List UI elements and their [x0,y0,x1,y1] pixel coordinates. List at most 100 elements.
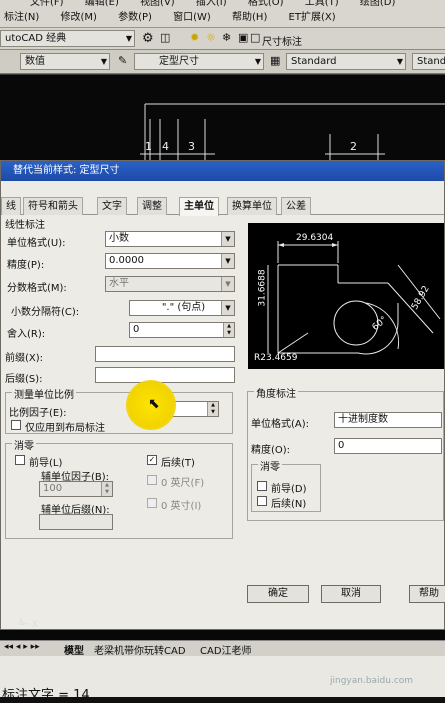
chevron-down-icon: ▼ [221,277,234,291]
angular-trailing-checkbox[interactable] [257,496,267,506]
sun-icon[interactable]: ☼ [206,31,216,44]
table-style-dropdown[interactable]: Standard ▼ [286,53,406,70]
tab-nav-arrows-icon[interactable]: ◂◂ ◂ ▸ ▸▸ [4,642,40,652]
dim-style-icon[interactable]: ✎ [118,54,127,67]
decimal-separator-value: "." (句点) [161,302,206,313]
table-style-icon[interactable]: ▦ [270,54,280,67]
fraction-format-select[interactable]: 水平 ▼ [105,276,235,292]
angular-dim-title: 角度标注 [254,385,298,400]
tab-text[interactable]: 文字 [97,197,127,215]
watermark: jingyan.baidu.com [330,676,414,686]
tab-primary-units[interactable]: 主单位 [179,197,219,216]
roundoff-label: 舍入(R): [7,329,46,340]
feet-label: 0 英尺(F) [161,478,205,489]
tab-tolerances[interactable]: 公差 [281,197,311,215]
angular-precision-select[interactable]: 0 [334,438,442,454]
sub-unit-suffix-input[interactable] [39,514,113,530]
unit-format-label: 单位格式(U): [7,238,66,249]
multileader-style-dropdown[interactable]: Stand [412,53,445,70]
leading-zero-checkbox[interactable] [15,455,25,465]
layer-icon[interactable]: ◫ [160,31,170,44]
layout-only-checkbox[interactable] [11,420,21,430]
text-style-value: 数值 [25,56,45,67]
decimal-separator-select[interactable]: "." (句点) ▼ [129,300,235,316]
decimal-separator-label: 小数分隔符(C): [11,307,80,318]
lock-icon[interactable]: ▣ [238,31,248,44]
tab-strip: 线 符号和箭头 文字 调整 主单位 换算单位 公差 [1,197,444,216]
zero-suppression-title: 消零 [12,437,36,452]
dim-style-dropdown[interactable]: 定型尺寸 ▼ [134,53,264,70]
menu-format[interactable]: 格式(O) [248,0,284,9]
workspace-dropdown[interactable]: utoCAD 经典 ▼ [0,30,135,47]
help-button[interactable]: 帮助 [409,585,445,603]
menu-view[interactable]: 视图(V) [140,0,175,9]
menu-parameter[interactable]: 参数(P) [118,12,152,24]
freeze-icon[interactable]: ❄ [222,31,231,44]
suffix-input[interactable] [95,367,235,383]
menu-bar: 文件(F) 编辑(E) 视图(V) 插入(I) 格式(O) 工具(T) 绘图(D… [0,0,445,28]
trailing-zero-checkbox[interactable]: ✓ [147,455,157,465]
feet-checkbox[interactable] [147,475,157,485]
prefix-input[interactable] [95,346,235,362]
precision-label: 精度(P): [7,260,45,271]
menu-help[interactable]: 帮助(H) [232,12,267,24]
dim-text: 1 [145,140,152,153]
scale-factor-label: 比例因子(E): [9,408,67,419]
precision-select[interactable]: 0.0000 ▼ [105,253,235,269]
menu-window[interactable]: 窗口(W) [173,12,211,24]
menu-modify[interactable]: 修改(M) [60,12,96,24]
sub-unit-factor-input[interactable]: 100 ▲ ▼ [39,481,113,497]
menu-edit[interactable]: 编辑(E) [85,0,119,9]
current-dim-label: 尺寸标注 [262,37,302,48]
dim-text: 3 [188,140,195,153]
tab-layout-1[interactable]: 老梁机带你玩转CAD [94,642,186,657]
roundoff-input[interactable]: 0 ▲ ▼ [129,322,235,338]
spinner-icon[interactable]: ▲ ▼ [223,323,234,337]
spinner-icon[interactable]: ▲ ▼ [101,482,112,496]
tab-fit[interactable]: 调整 [137,197,167,215]
suffix-label: 后缀(S): [5,374,43,385]
menu-et-ext[interactable]: ET扩展(X) [289,12,336,24]
unit-format-value: 小数 [109,233,129,244]
menu-row-top: 文件(F) 编辑(E) 视图(V) 插入(I) 格式(O) 工具(T) 绘图(D… [30,0,445,9]
cancel-button[interactable]: 取消 [321,585,381,603]
tab-layout-2[interactable]: CAD江老师 [200,642,252,657]
menu-insert[interactable]: 插入(I) [196,0,227,9]
dim-text: 4 [162,140,169,153]
workspace-value: utoCAD 经典 [5,33,67,44]
table-style-value: Standard [291,56,337,67]
spinner-icon[interactable]: ▲ ▼ [207,402,218,416]
menu-dimension[interactable]: 标注(N) [4,12,39,24]
gear-icon[interactable]: ⚙ [142,31,154,46]
preview-dim-width: 29.6304 [296,233,334,243]
command-line[interactable]: 标注文字 = 14 jingyan.baidu.com [0,656,445,703]
lightbulb-icon[interactable]: ✹ [190,31,199,44]
angular-unit-format-label: 单位格式(A): [251,419,310,430]
inches-checkbox[interactable] [147,498,157,508]
menu-file[interactable]: 文件(F) [30,0,64,9]
cursor-icon: ⬉ [148,396,160,412]
fraction-format-value: 水平 [109,278,129,289]
menu-row-bottom: 标注(N) 修改(M) 参数(P) 窗口(W) 帮助(H) ET扩展(X) [4,12,445,24]
drawing-canvas[interactable]: 1 4 3 2 [0,73,445,164]
dimension-preview: 29.6304 31.6688 58.92 60° R23.4659 [248,223,444,369]
color-square-icon[interactable]: □ [250,31,260,44]
ok-button[interactable]: 确定 [247,585,309,603]
dialog-title: 替代当前样式: 定型尺寸 [1,161,444,181]
dim-text: 2 [350,140,357,153]
measurement-scale-title: 测量单位比例 [12,386,76,401]
menu-draw[interactable]: 绘图(D) [360,0,396,9]
inches-label: 0 英寸(I) [161,501,202,512]
menu-tools[interactable]: 工具(T) [305,0,339,9]
tab-model[interactable]: 模型 [64,642,84,657]
preview-dim-radius: R23.4659 [254,353,298,363]
tab-lines[interactable]: 线 [1,197,21,215]
unit-format-select[interactable]: 小数 ▼ [105,231,235,247]
tab-alternate-units[interactable]: 换算单位 [227,197,277,215]
text-style-dropdown[interactable]: 数值 ▼ [20,53,110,70]
angular-unit-format-select[interactable]: 十进制度数 [334,412,442,428]
tab-symbols-arrows[interactable]: 符号和箭头 [23,197,83,215]
drawing-svg [0,73,445,164]
multileader-style-value: Stand [417,56,445,67]
angular-leading-checkbox[interactable] [257,481,267,491]
